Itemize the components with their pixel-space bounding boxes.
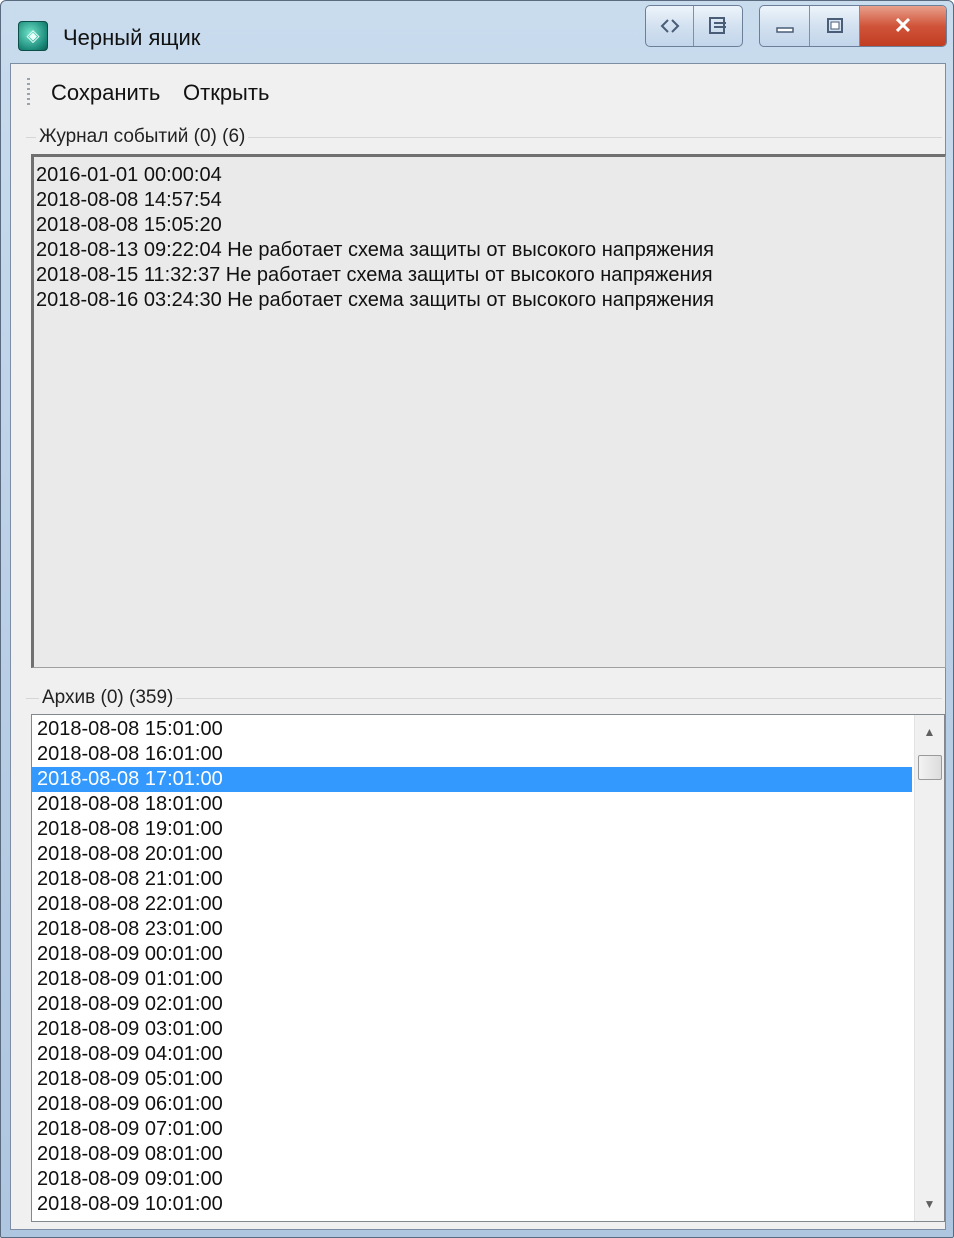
list-item[interactable]: 2018-08-09 07:01:00 [32, 1117, 912, 1142]
archive-list[interactable]: 2018-08-08 15:01:00 2018-08-08 16:01:00 … [31, 714, 945, 1222]
window-title: Черный ящик [63, 25, 201, 50]
list-item[interactable]: 2018-08-09 04:01:00 [32, 1042, 912, 1067]
minimize-button[interactable] [760, 6, 810, 46]
scroll-thumb[interactable] [918, 755, 942, 780]
list-item[interactable]: 2018-08-09 01:01:00 [32, 967, 912, 992]
list-item[interactable]: 2018-08-08 18:01:00 [32, 792, 912, 817]
list-item[interactable]: 2018-08-08 23:01:00 [32, 917, 912, 942]
list-item[interactable]: 2018-08-08 19:01:00 [32, 817, 912, 842]
minimize-icon [775, 27, 794, 33]
event-line: 2018-08-16 03:24:30 Не работает схема за… [36, 289, 715, 311]
event-line: 2016-01-01 00:00:04 [36, 164, 222, 186]
events-group-label: Журнал событий (0) (6) [36, 126, 249, 148]
list-item[interactable]: 2018-08-08 16:01:00 [32, 742, 912, 767]
restore-icon[interactable] [694, 6, 742, 46]
triangle-up-icon: ▲ [923, 725, 936, 739]
event-line: 2018-08-08 15:05:20 [36, 214, 222, 236]
list-item[interactable]: 2018-08-09 03:01:00 [32, 1017, 912, 1042]
menu-open[interactable]: Открыть [183, 80, 269, 106]
close-button[interactable]: ✕ [860, 6, 946, 46]
list-item[interactable]: 2018-08-09 02:01:00 [32, 992, 912, 1017]
maximize-button[interactable] [810, 6, 860, 46]
toolbar-grip[interactable] [27, 78, 30, 106]
menu-bar: Сохранить Открыть [11, 64, 945, 116]
vertical-scrollbar[interactable]: ▲ ▼ [914, 715, 944, 1221]
list-item[interactable]: 2018-08-09 08:01:00 [32, 1142, 912, 1167]
list-item[interactable]: 2018-08-09 06:01:00 [32, 1092, 912, 1117]
title-bar[interactable]: ◈ Черный ящик ✕ [1, 1, 953, 63]
menu-save[interactable]: Сохранить [51, 80, 160, 106]
event-line: 2018-08-08 14:57:54 [36, 189, 222, 211]
list-item[interactable]: 2018-08-08 20:01:00 [32, 842, 912, 867]
list-item[interactable]: 2018-08-08 21:01:00 [32, 867, 912, 892]
list-item-selected[interactable]: 2018-08-08 17:01:00 [32, 767, 912, 792]
close-icon: ✕ [893, 13, 913, 38]
window-controls: ✕ [759, 5, 947, 47]
list-item[interactable]: 2018-08-09 00:01:00 [32, 942, 912, 967]
app-window: ◈ Черный ящик ✕ Сохранить Открыть Журнал… [0, 0, 954, 1238]
list-item[interactable]: 2018-08-09 10:01:00 [32, 1192, 912, 1217]
list-item[interactable]: 2018-08-09 09:01:00 [32, 1167, 912, 1192]
list-item[interactable]: 2018-08-09 05:01:00 [32, 1067, 912, 1092]
list-item[interactable]: 2018-08-08 22:01:00 [32, 892, 912, 917]
archive-group-label: Архив (0) (359) [39, 687, 177, 709]
event-line: 2018-08-13 09:22:04 Не работает схема за… [36, 239, 715, 261]
list-item[interactable]: 2018-08-08 15:01:00 [32, 717, 912, 742]
event-line: 2018-08-15 11:32:37 Не работает схема за… [36, 264, 713, 286]
client-area: Сохранить Открыть Журнал событий (0) (6)… [10, 63, 946, 1230]
scroll-down-button[interactable]: ▼ [915, 1191, 944, 1217]
drag-handle-icon[interactable] [646, 6, 694, 46]
triangle-down-icon: ▼ [923, 1197, 936, 1211]
events-log[interactable]: 2016-01-01 00:00:04 2018-08-08 14:57:54 … [31, 154, 946, 668]
scroll-up-button[interactable]: ▲ [915, 719, 944, 745]
extra-caption-buttons [645, 5, 743, 47]
app-icon: ◈ [18, 21, 48, 51]
maximize-icon [826, 18, 843, 33]
